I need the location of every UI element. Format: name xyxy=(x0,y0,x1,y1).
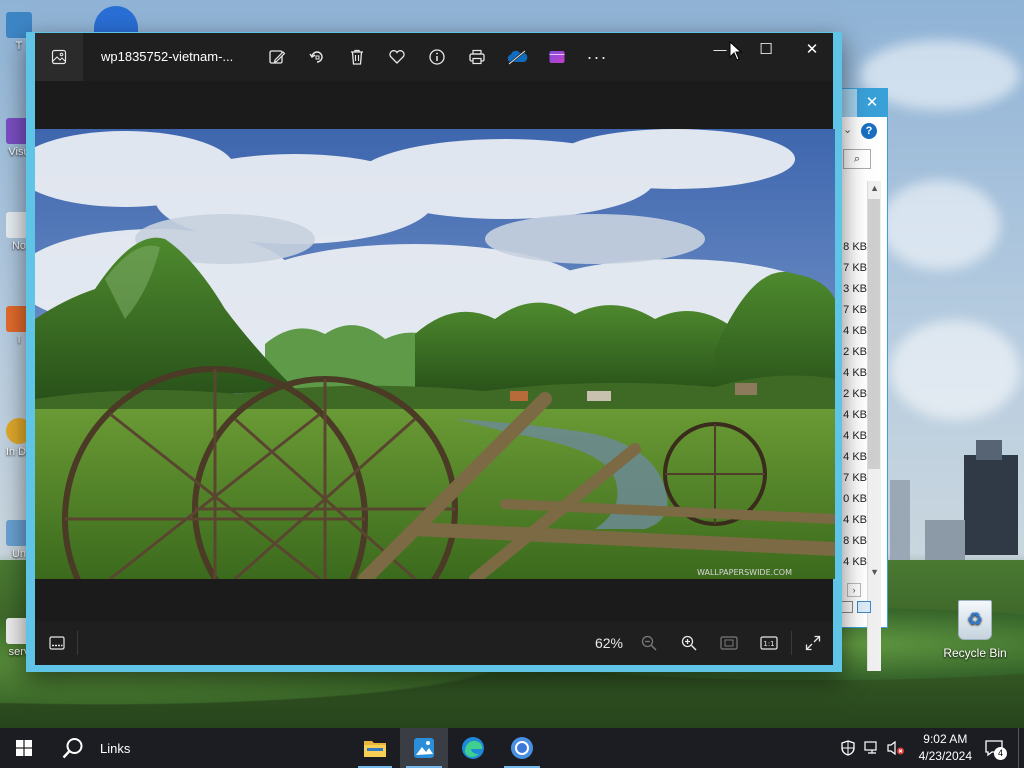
windows-logo-icon xyxy=(16,740,32,756)
onedrive-icon[interactable] xyxy=(505,45,529,69)
taskbar-photos[interactable] xyxy=(400,728,448,768)
edit-image-icon[interactable] xyxy=(265,45,289,69)
cloud xyxy=(890,320,1020,420)
cloud xyxy=(880,180,1000,270)
clipchamp-icon[interactable] xyxy=(545,45,569,69)
recycle-bin-icon xyxy=(958,600,992,640)
filmstrip-icon[interactable] xyxy=(45,631,69,655)
scrollbar-thumb[interactable] xyxy=(868,199,880,469)
photo-image[interactable]: WALLPAPERSWIDE.COM xyxy=(35,129,835,579)
help-icon[interactable]: ? xyxy=(861,123,877,139)
background-explorer-window[interactable]: ✕ ⌄ ? ⌕ ▲ ▼ 8 KB 7 KB 3 KB 7 KB 4 KB 2 K… xyxy=(836,88,888,671)
photos-app-icon xyxy=(414,738,434,758)
photos-titlebar[interactable]: wp1835752-vietnam-... ··· — ☐ ✕ xyxy=(35,33,833,81)
search-icon xyxy=(62,738,83,759)
divider xyxy=(77,631,78,655)
building xyxy=(890,480,910,560)
taskbar: Links 9:02 AM 4/23/2024 4 xyxy=(0,728,1024,768)
divider xyxy=(791,631,792,655)
photo-viewer-canvas[interactable]: WALLPAPERSWIDE.COM xyxy=(35,81,835,665)
zoom-in-icon[interactable] xyxy=(677,631,701,655)
file-explorer-icon xyxy=(364,741,386,757)
scroll-up-icon[interactable]: ▲ xyxy=(870,183,879,193)
actual-size-icon[interactable]: 1:1 xyxy=(757,631,781,655)
search-label: Links xyxy=(100,740,131,756)
svg-text:1:1: 1:1 xyxy=(763,640,774,648)
window-border xyxy=(27,33,35,671)
photos-bottom-bar: 62% 1:1 xyxy=(35,621,833,665)
window-border xyxy=(27,665,841,671)
file-name-title: wp1835752-vietnam-... xyxy=(101,49,234,64)
mouse-cursor xyxy=(729,41,743,61)
notification-count-badge: 4 xyxy=(994,747,1007,760)
building xyxy=(925,520,965,560)
taskbar-file-explorer[interactable] xyxy=(352,728,398,768)
see-all-photos-button[interactable] xyxy=(35,33,83,81)
chevron-down-icon[interactable]: ⌄ xyxy=(843,123,852,136)
zoom-out-icon[interactable] xyxy=(637,631,661,655)
zoom-level[interactable]: 62% xyxy=(587,631,631,655)
rotate-icon[interactable] xyxy=(305,45,329,69)
building xyxy=(976,440,1002,460)
edge-icon xyxy=(462,737,484,759)
desktop-icon-label: No xyxy=(11,240,27,252)
scroll-down-icon[interactable]: ▼ xyxy=(870,567,879,577)
fit-to-window-icon[interactable] xyxy=(717,631,741,655)
desktop-icon-label: I xyxy=(17,334,21,346)
taskbar-chrome[interactable] xyxy=(498,728,546,768)
vietnam-landscape-photo: WALLPAPERSWIDE.COM xyxy=(35,129,835,579)
search-button[interactable]: Links xyxy=(48,728,348,768)
close-button[interactable]: ✕ xyxy=(789,33,835,65)
recycle-bin-desktop-icon[interactable]: Recycle Bin xyxy=(940,600,1010,660)
watermark-text: WALLPAPERSWIDE.COM xyxy=(697,568,792,577)
favorite-heart-icon[interactable] xyxy=(385,45,409,69)
large-icons-view-icon[interactable] xyxy=(857,601,871,613)
photos-app-icon xyxy=(51,49,67,65)
taskbar-clock[interactable]: 9:02 AM 4/23/2024 xyxy=(919,731,972,765)
taskbar-edge[interactable] xyxy=(450,728,496,768)
volume-muted-icon[interactable] xyxy=(886,738,906,758)
maximize-button[interactable]: ☐ xyxy=(743,33,789,65)
desktop-icon-label: Un xyxy=(11,548,27,560)
close-icon[interactable]: ✕ xyxy=(857,89,887,117)
details-view-icon[interactable] xyxy=(841,601,853,613)
chrome-icon xyxy=(511,737,533,759)
show-desktop-button[interactable] xyxy=(1018,728,1024,768)
photos-window[interactable]: wp1835752-vietnam-... ··· — ☐ ✕ WALLPAPE… xyxy=(26,32,842,672)
delete-icon[interactable] xyxy=(345,45,369,69)
file-info-icon[interactable] xyxy=(425,45,449,69)
explorer-titlebar[interactable]: ✕ xyxy=(837,89,887,117)
security-shield-icon[interactable] xyxy=(838,738,858,758)
scroll-right-icon[interactable]: › xyxy=(847,583,861,597)
building xyxy=(964,455,1018,555)
network-icon[interactable] xyxy=(862,738,882,758)
clock-date: 4/23/2024 xyxy=(918,749,972,763)
print-icon[interactable] xyxy=(465,45,489,69)
search-icon[interactable]: ⌕ xyxy=(843,149,871,169)
clock-time: 9:02 AM xyxy=(923,732,968,746)
full-screen-icon[interactable] xyxy=(801,631,825,655)
see-more-icon[interactable]: ··· xyxy=(585,45,609,69)
recycle-bin-label: Recycle Bin xyxy=(943,646,1007,660)
desktop-icon-label: T xyxy=(15,40,23,52)
start-button[interactable] xyxy=(0,728,48,768)
